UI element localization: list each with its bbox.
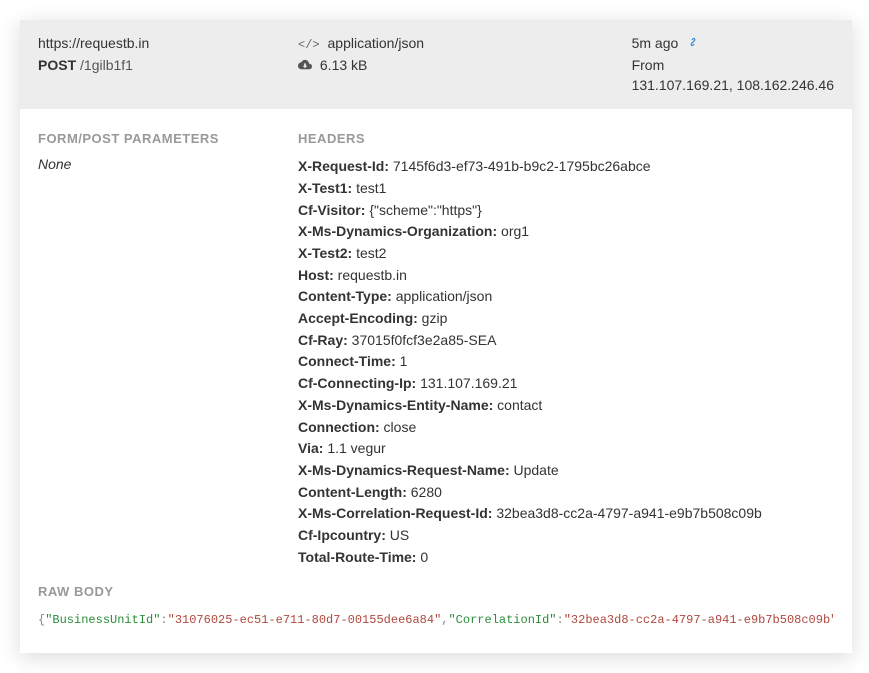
header-key: Connection: — [298, 419, 384, 435]
header-value: 37015f0fcf3e2a85-SEA — [352, 332, 497, 348]
header-key: X-Test1: — [298, 180, 356, 196]
time-line: 5m ago — [632, 34, 834, 54]
header-key: X-Request-Id: — [298, 158, 393, 174]
header-row: Via: 1.1 vegur — [298, 438, 834, 460]
size-line: 6.13 kB — [298, 56, 612, 76]
header-key: X-Test2: — [298, 245, 356, 261]
header-value: org1 — [501, 223, 529, 239]
code-icon: </> — [298, 38, 320, 52]
header-row: X-Test1: test1 — [298, 178, 834, 200]
header-key: Content-Length: — [298, 484, 411, 500]
header-value: 32bea3d8-cc2a-4797-a941-e9b7b508c09b — [496, 505, 761, 521]
header-row: Content-Length: 6280 — [298, 482, 834, 504]
header-value: 1 — [400, 353, 408, 369]
header-key: Cf-Ipcountry: — [298, 527, 390, 543]
from-label: From — [632, 56, 834, 76]
header-value: Update — [514, 462, 559, 478]
header-row: X-Ms-Correlation-Request-Id: 32bea3d8-cc… — [298, 503, 834, 525]
detail-columns: FORM/POST PARAMETERS None HEADERS X-Requ… — [38, 131, 834, 568]
header-row: X-Request-Id: 7145f6d3-ef73-491b-b9c2-17… — [298, 156, 834, 178]
header-row: Total-Route-Time: 0 — [298, 547, 834, 569]
summary-content-col: </> application/json 6.13 kB — [298, 34, 612, 95]
headers-list: X-Request-Id: 7145f6d3-ef73-491b-b9c2-17… — [298, 156, 834, 568]
request-card: https://requestb.in POST /1gilb1f1 </> a… — [20, 20, 852, 653]
request-summary-bar: https://requestb.in POST /1gilb1f1 </> a… — [20, 20, 852, 109]
header-value: 131.107.169.21 — [420, 375, 517, 391]
header-key: Content-Type: — [298, 288, 396, 304]
request-size: 6.13 kB — [320, 57, 367, 73]
content-type-line: </> application/json — [298, 34, 612, 54]
header-key: X-Ms-Dynamics-Entity-Name: — [298, 397, 497, 413]
header-value: 7145f6d3-ef73-491b-b9c2-1795bc26abce — [393, 158, 651, 174]
header-key: X-Ms-Dynamics-Request-Name: — [298, 462, 514, 478]
header-row: Cf-Ray: 37015f0fcf3e2a85-SEA — [298, 330, 834, 352]
header-value: 0 — [420, 549, 428, 565]
request-method: POST — [38, 57, 76, 73]
header-key: Cf-Ray: — [298, 332, 352, 348]
header-row: X-Ms-Dynamics-Organization: org1 — [298, 221, 834, 243]
header-row: X-Ms-Dynamics-Request-Name: Update — [298, 460, 834, 482]
header-value: {"scheme":"https"} — [369, 202, 482, 218]
header-value: 1.1 vegur — [327, 440, 385, 456]
from-ips: 131.107.169.21, 108.162.246.46 — [632, 76, 834, 96]
headers-title: HEADERS — [298, 131, 834, 146]
request-detail: FORM/POST PARAMETERS None HEADERS X-Requ… — [20, 109, 852, 653]
header-row: Accept-Encoding: gzip — [298, 308, 834, 330]
permalink-icon[interactable] — [686, 35, 700, 55]
summary-url-col: https://requestb.in POST /1gilb1f1 — [38, 34, 278, 95]
form-post-none: None — [38, 156, 278, 172]
header-row: Content-Type: application/json — [298, 286, 834, 308]
header-value: US — [390, 527, 409, 543]
request-path: /1gilb1f1 — [80, 57, 133, 73]
cloud-download-icon — [298, 56, 312, 76]
header-row: X-Test2: test2 — [298, 243, 834, 265]
header-key: Accept-Encoding: — [298, 310, 422, 326]
header-value: close — [384, 419, 417, 435]
header-row: Connect-Time: 1 — [298, 351, 834, 373]
header-value: 6280 — [411, 484, 442, 500]
time-ago: 5m ago — [632, 35, 679, 51]
header-key: X-Ms-Correlation-Request-Id: — [298, 505, 496, 521]
header-row: Cf-Ipcountry: US — [298, 525, 834, 547]
headers-column: HEADERS X-Request-Id: 7145f6d3-ef73-491b… — [298, 131, 834, 568]
raw-body-content[interactable]: {"BusinessUnitId":"31076025-ec51-e711-80… — [38, 609, 834, 635]
header-row: Connection: close — [298, 417, 834, 439]
raw-body-title: RAW BODY — [38, 584, 834, 599]
header-key: Host: — [298, 267, 338, 283]
header-key: Via: — [298, 440, 327, 456]
header-key: Cf-Connecting-Ip: — [298, 375, 420, 391]
request-domain: https://requestb.in — [38, 34, 278, 54]
header-key: Total-Route-Time: — [298, 549, 420, 565]
form-post-title: FORM/POST PARAMETERS — [38, 131, 278, 146]
form-post-column: FORM/POST PARAMETERS None — [38, 131, 278, 568]
header-row: Cf-Connecting-Ip: 131.107.169.21 — [298, 373, 834, 395]
header-key: Cf-Visitor: — [298, 202, 369, 218]
request-method-path: POST /1gilb1f1 — [38, 56, 278, 76]
header-row: Cf-Visitor: {"scheme":"https"} — [298, 200, 834, 222]
header-value: application/json — [396, 288, 493, 304]
header-value: test2 — [356, 245, 386, 261]
header-row: X-Ms-Dynamics-Entity-Name: contact — [298, 395, 834, 417]
header-key: Connect-Time: — [298, 353, 400, 369]
header-value: test1 — [356, 180, 386, 196]
header-key: X-Ms-Dynamics-Organization: — [298, 223, 501, 239]
header-value: contact — [497, 397, 542, 413]
header-row: Host: requestb.in — [298, 265, 834, 287]
summary-meta-col: 5m ago From 131.107.169.21, 108.162.246.… — [632, 34, 834, 95]
header-value: requestb.in — [338, 267, 407, 283]
header-value: gzip — [422, 310, 448, 326]
raw-body-section: RAW BODY {"BusinessUnitId":"31076025-ec5… — [38, 584, 834, 635]
content-type: application/json — [328, 35, 425, 51]
